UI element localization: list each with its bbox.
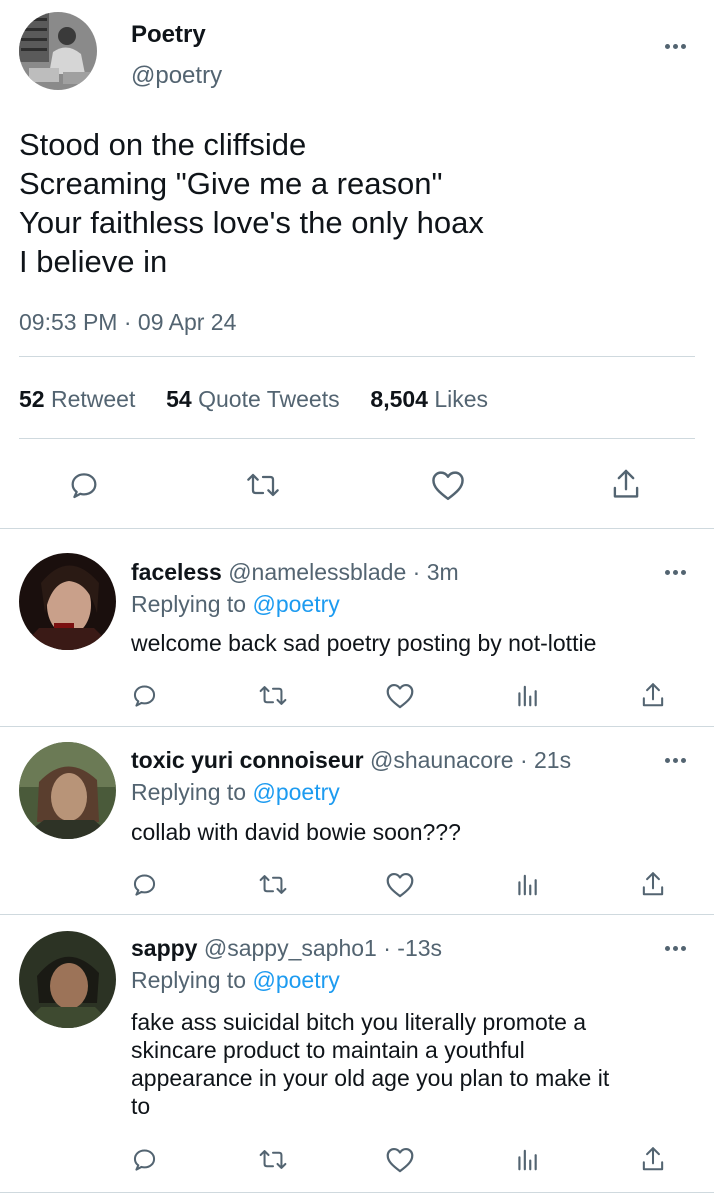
divider bbox=[0, 528, 714, 529]
quotes-count: 54 bbox=[166, 386, 192, 412]
more-icon[interactable] bbox=[665, 943, 689, 953]
reply-line: welcome back sad poetry posting by not-l… bbox=[131, 630, 597, 656]
reply-line: fake ass suicidal bitch you literally pr… bbox=[131, 1009, 587, 1035]
likes-count: 8,504 bbox=[370, 386, 428, 412]
replying-to-link[interactable]: @poetry bbox=[252, 779, 339, 805]
reply-author-handle[interactable]: @namelessblade bbox=[228, 559, 406, 585]
views-icon[interactable] bbox=[514, 1146, 540, 1173]
retweets-label: Retweet bbox=[50, 386, 136, 412]
tweet-line: Screaming "Give me a reason" bbox=[19, 166, 443, 201]
tweet-line: Your faithless love's the only hoax bbox=[19, 205, 484, 240]
views-icon[interactable] bbox=[514, 682, 540, 709]
retweets-stat[interactable]: 52 Retweet bbox=[19, 386, 135, 412]
like-icon[interactable] bbox=[430, 469, 466, 501]
divider bbox=[0, 914, 714, 915]
reply-author-handle[interactable]: @shaunacore bbox=[370, 747, 514, 773]
retweet-icon[interactable] bbox=[258, 682, 288, 709]
reply-text: collab with david bowie soon??? bbox=[131, 818, 461, 846]
reply-line: appearance in your old age you plan to m… bbox=[131, 1065, 610, 1091]
retweet-icon[interactable] bbox=[258, 871, 288, 898]
more-icon[interactable] bbox=[665, 567, 689, 577]
like-icon[interactable] bbox=[385, 682, 415, 709]
more-icon[interactable] bbox=[665, 41, 689, 51]
reply-line: to bbox=[131, 1093, 151, 1119]
replying-prefix: Replying to bbox=[131, 591, 247, 617]
reply-avatar[interactable] bbox=[19, 553, 116, 650]
reply-author-name[interactable]: faceless bbox=[131, 559, 222, 585]
replying-to: Replying to @poetry bbox=[131, 591, 340, 618]
tweet-text: Stood on the cliffside Screaming "Give m… bbox=[19, 125, 484, 281]
reply-line: collab with david bowie soon??? bbox=[131, 819, 461, 845]
tweet-time: 09:53 PM bbox=[19, 309, 118, 335]
replying-prefix: Replying to bbox=[131, 779, 247, 805]
divider bbox=[0, 1192, 714, 1193]
replying-prefix: Replying to bbox=[131, 967, 247, 993]
tweet-timestamp[interactable]: 09:53 PM · 09 Apr 24 bbox=[19, 309, 236, 336]
tweet-stats: 52 Retweet 54 Quote Tweets 8,504 Likes bbox=[19, 386, 488, 413]
replying-to: Replying to @poetry bbox=[131, 967, 340, 994]
views-icon[interactable] bbox=[514, 871, 540, 898]
share-icon[interactable] bbox=[640, 681, 666, 709]
author-name[interactable]: Poetry bbox=[131, 21, 206, 49]
reply-icon[interactable] bbox=[68, 469, 100, 501]
replying-to-link[interactable]: @poetry bbox=[252, 591, 339, 617]
tweet-line: I believe in bbox=[19, 244, 168, 279]
share-icon[interactable] bbox=[640, 1145, 666, 1173]
author-avatar[interactable] bbox=[19, 12, 97, 90]
share-icon[interactable] bbox=[610, 467, 642, 501]
reply-time[interactable]: · -13s bbox=[383, 935, 442, 961]
likes-label: Likes bbox=[434, 386, 489, 412]
reply-header: toxic yuri connoiseur @shaunacore · 21s bbox=[131, 747, 571, 774]
reply-avatar[interactable] bbox=[19, 931, 116, 1028]
reply-line: skincare product to maintain a youthful bbox=[131, 1037, 525, 1063]
quotes-label: Quote Tweets bbox=[198, 386, 340, 412]
reply-author-handle[interactable]: @sappy_sapho1 bbox=[204, 935, 377, 961]
retweets-count: 52 bbox=[19, 386, 45, 412]
reply-author-name[interactable]: sappy bbox=[131, 935, 197, 961]
likes-stat[interactable]: 8,504 Likes bbox=[370, 386, 488, 412]
retweet-icon[interactable] bbox=[245, 469, 281, 501]
reply-author-name[interactable]: toxic yuri connoiseur bbox=[131, 747, 364, 773]
divider bbox=[19, 356, 695, 357]
author-handle[interactable]: @poetry bbox=[131, 62, 222, 90]
reply-icon[interactable] bbox=[131, 871, 158, 898]
share-icon[interactable] bbox=[640, 870, 666, 898]
separator: · bbox=[123, 309, 132, 335]
replying-to-link[interactable]: @poetry bbox=[252, 967, 339, 993]
reply-icon[interactable] bbox=[131, 682, 158, 709]
reply-avatar[interactable] bbox=[19, 742, 116, 839]
reply-text: fake ass suicidal bitch you literally pr… bbox=[131, 1008, 609, 1120]
tweet-line: Stood on the cliffside bbox=[19, 127, 307, 162]
like-icon[interactable] bbox=[385, 1146, 415, 1173]
reply-icon[interactable] bbox=[131, 1146, 158, 1173]
more-icon[interactable] bbox=[665, 755, 689, 765]
divider bbox=[19, 438, 695, 439]
retweet-icon[interactable] bbox=[258, 1146, 288, 1173]
reply-header: sappy @sappy_sapho1 · -13s bbox=[131, 935, 442, 962]
reply-time[interactable]: · 21s bbox=[520, 747, 571, 773]
reply-time[interactable]: · 3m bbox=[413, 559, 459, 585]
tweet-date: 09 Apr 24 bbox=[137, 309, 237, 335]
replying-to: Replying to @poetry bbox=[131, 779, 340, 806]
reply-text: welcome back sad poetry posting by not-l… bbox=[131, 629, 596, 657]
quotes-stat[interactable]: 54 Quote Tweets bbox=[166, 386, 339, 412]
like-icon[interactable] bbox=[385, 871, 415, 898]
divider bbox=[0, 726, 714, 727]
reply-header: faceless @namelessblade · 3m bbox=[131, 559, 459, 586]
